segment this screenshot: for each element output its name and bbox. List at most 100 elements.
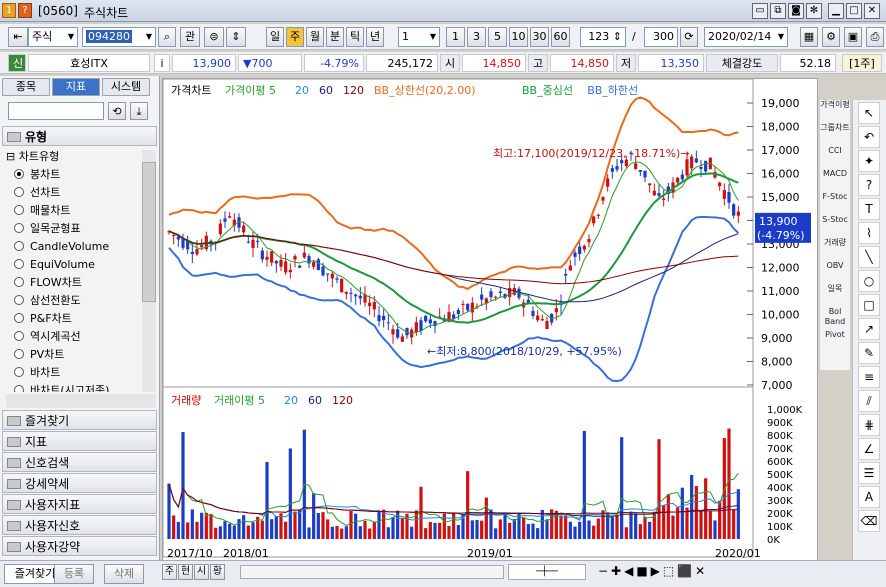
ruler-icon[interactable]: ⌇ <box>858 222 880 244</box>
reload-icon[interactable]: ⟲ <box>108 102 126 120</box>
chart-type-item[interactable]: PV차트 <box>14 346 64 364</box>
download-icon[interactable]: ⤓ <box>130 102 148 120</box>
info-icon[interactable]: i <box>154 54 170 72</box>
chart-type-item[interactable]: 바차트(시고저종) <box>14 382 109 392</box>
interval-3[interactable]: 10 <box>509 27 528 47</box>
cursor-icon[interactable]: ↖ <box>858 102 880 124</box>
interval-1[interactable]: 3 <box>467 27 486 47</box>
watch-button[interactable]: 관 <box>180 27 200 47</box>
prev-stock-icon[interactable]: ⇤ <box>8 27 28 47</box>
horizontal-scrollbar[interactable] <box>6 394 156 408</box>
type-section[interactable]: 유형 <box>2 126 157 146</box>
radio-icon[interactable] <box>14 277 24 287</box>
section-5[interactable]: 사용자신호 <box>2 515 157 535</box>
radio-icon[interactable] <box>14 295 24 305</box>
radio-icon[interactable] <box>14 169 24 179</box>
bottom-tab-2[interactable]: 삭제 <box>104 564 144 584</box>
indicator-1[interactable]: 그룹차트 <box>820 123 850 146</box>
indicator-6[interactable]: 거래량 <box>820 238 850 261</box>
section-3[interactable]: 강세약세 <box>2 473 157 493</box>
chart-tab-2[interactable]: 시 <box>194 564 209 580</box>
minimize-icon[interactable]: ▁ <box>828 3 844 19</box>
chart-type-item[interactable]: 매물차트 <box>14 202 70 220</box>
period-3[interactable]: 분 <box>326 27 344 47</box>
indicator-2[interactable]: CCI <box>820 146 850 169</box>
section-6[interactable]: 사용자강약 <box>2 536 157 556</box>
left-tab-2[interactable]: 시스템 <box>102 78 150 96</box>
search-icon[interactable]: ⌕ <box>158 27 176 47</box>
text-icon[interactable]: T <box>858 198 880 220</box>
period-2[interactable]: 월 <box>306 27 324 47</box>
chart-svg[interactable]: 가격차트 가격이평 5 20 60 120 BB_상한선(20,2.00) BB_중심선 BB… <box>162 78 819 565</box>
interval-2[interactable]: 5 <box>488 27 507 47</box>
radio-icon[interactable] <box>14 331 24 341</box>
angle-icon[interactable]: ∠ <box>858 438 880 460</box>
save-icon[interactable]: ▣ <box>844 27 862 47</box>
week-badge[interactable]: [1주] <box>842 54 882 72</box>
chart-type-group[interactable]: ⊟ 차트유형 <box>6 148 59 166</box>
square-icon[interactable]: □ <box>858 294 880 316</box>
grid-icon[interactable]: ▦ <box>800 27 818 47</box>
help-icon[interactable]: ? <box>18 3 32 18</box>
radio-icon[interactable] <box>14 241 24 251</box>
zoom-slider[interactable]: ─┼── <box>508 564 586 580</box>
radio-icon[interactable] <box>14 367 24 377</box>
code-input[interactable]: 094280 ▼ <box>82 27 156 47</box>
arrow-icon[interactable]: ↗ <box>858 318 880 340</box>
line-icon[interactable]: ╲ <box>858 246 880 268</box>
indicator-3[interactable]: MACD <box>820 169 850 192</box>
chart-type-item[interactable]: CandleVolume <box>14 238 109 256</box>
maximize-icon[interactable]: □ <box>846 3 862 19</box>
close-icon[interactable]: ✕ <box>864 3 880 19</box>
radio-icon[interactable] <box>14 205 24 215</box>
undo-icon[interactable]: ↶ <box>858 126 880 148</box>
gear-icon[interactable]: ✻ <box>806 3 822 19</box>
pencil-icon[interactable]: ✎ <box>858 342 880 364</box>
chart-tab-0[interactable]: 주 <box>162 564 177 580</box>
section-0[interactable]: 즐겨찾기 <box>2 410 157 430</box>
chart-type-item[interactable]: 역시계곡선 <box>14 328 81 346</box>
indicator-4[interactable]: F-Stoc <box>820 192 850 215</box>
chart-type-item[interactable]: P&F차트 <box>14 310 72 328</box>
level-icon[interactable]: ☰ <box>858 462 880 484</box>
chart-area[interactable]: 가격차트 가격이평 5 20 60 120 BB_상한선(20,2.00) BB_중심선 BB… <box>162 78 818 564</box>
date-input[interactable]: 2020/02/14 ▼ <box>704 27 788 47</box>
chart-type-item[interactable]: FLOW차트 <box>14 274 82 292</box>
bottom-tab-1[interactable]: 등록 <box>54 564 94 584</box>
count-input[interactable]: 123 ⇕ <box>580 27 626 47</box>
indicator-7[interactable]: OBV <box>820 261 850 284</box>
updown-icon[interactable]: ⇕ <box>226 27 246 47</box>
radio-icon[interactable] <box>14 349 24 359</box>
refresh-icon[interactable]: ⟳ <box>680 27 698 47</box>
chart-type-item[interactable]: 삼선전환도 <box>14 292 81 310</box>
radio-icon[interactable] <box>14 223 24 233</box>
chart-type-item[interactable]: EquiVolume <box>14 256 95 274</box>
interval-0[interactable]: 1 <box>446 27 465 47</box>
left-tab-0[interactable]: 종목 <box>2 78 50 96</box>
settings-toggle-icon[interactable]: ⊜ <box>204 27 224 47</box>
market-select[interactable]: 주식 ▼ <box>28 27 78 47</box>
auto-icon[interactable]: A <box>858 486 880 508</box>
chart-type-item[interactable]: 선차트 <box>14 184 60 202</box>
indicator-5[interactable]: S-Stoc <box>820 215 850 238</box>
period-5[interactable]: 년 <box>366 27 384 47</box>
eraser-icon[interactable]: ⌫ <box>858 510 880 532</box>
period-0[interactable]: 일 <box>266 27 284 47</box>
period-1[interactable]: 주 <box>286 27 304 47</box>
radio-icon[interactable] <box>14 313 24 323</box>
indicator-0[interactable]: 가격이평 <box>820 100 850 123</box>
chart-tab-3[interactable]: 황 <box>210 564 225 580</box>
period-4[interactable]: 틱 <box>346 27 364 47</box>
unit-select[interactable]: 1 ▼ <box>398 27 440 47</box>
circle-icon[interactable]: ○ <box>858 270 880 292</box>
fibo-icon[interactable]: ≡ <box>858 366 880 388</box>
chart-type-item[interactable]: 바차트 <box>14 364 60 382</box>
section-1[interactable]: 지표 <box>2 431 157 451</box>
left-tab-1[interactable]: 지표 <box>52 78 100 96</box>
interval-4[interactable]: 30 <box>530 27 549 47</box>
chart-tab-1[interactable]: 현 <box>178 564 193 580</box>
radio-icon[interactable] <box>14 259 24 269</box>
search-field[interactable] <box>8 102 104 120</box>
tool-icon[interactable]: ⚙ <box>822 27 840 47</box>
link-icon[interactable]: ⧉ <box>770 3 786 19</box>
